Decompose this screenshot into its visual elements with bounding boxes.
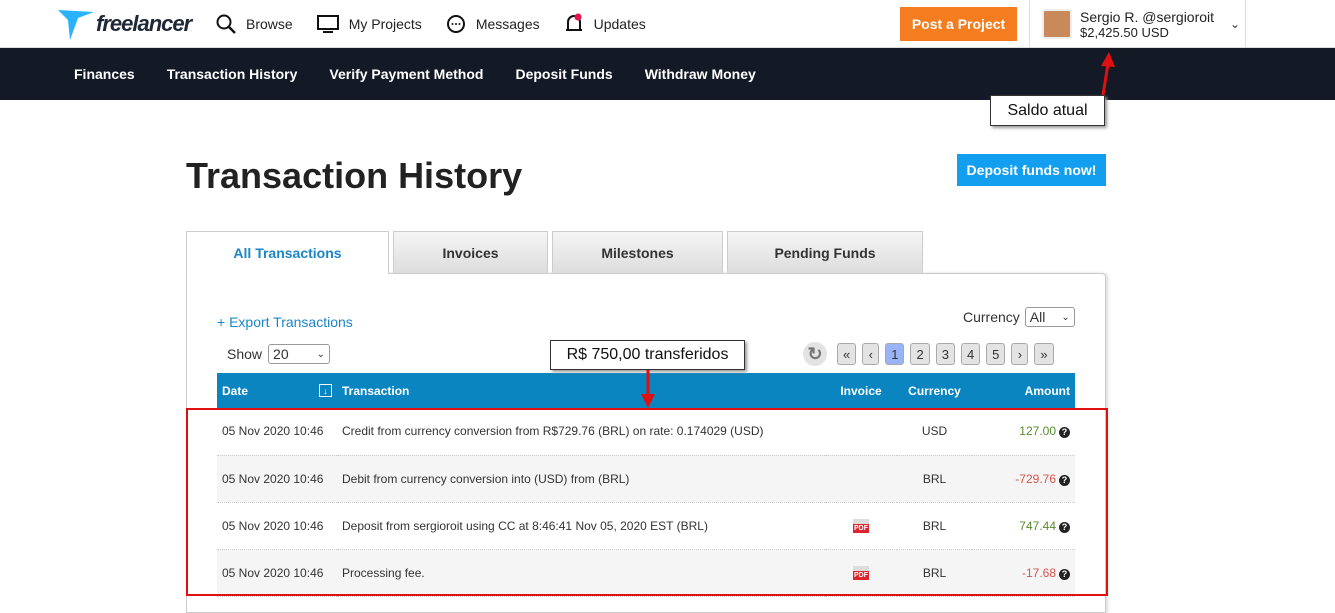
arrow-head-icon bbox=[641, 394, 655, 408]
arrow-line bbox=[1101, 63, 1110, 96]
tab-all-transactions[interactable]: All Transactions bbox=[186, 231, 389, 274]
annotation-arrows bbox=[641, 52, 1115, 408]
arrow-head-icon bbox=[1101, 52, 1115, 67]
